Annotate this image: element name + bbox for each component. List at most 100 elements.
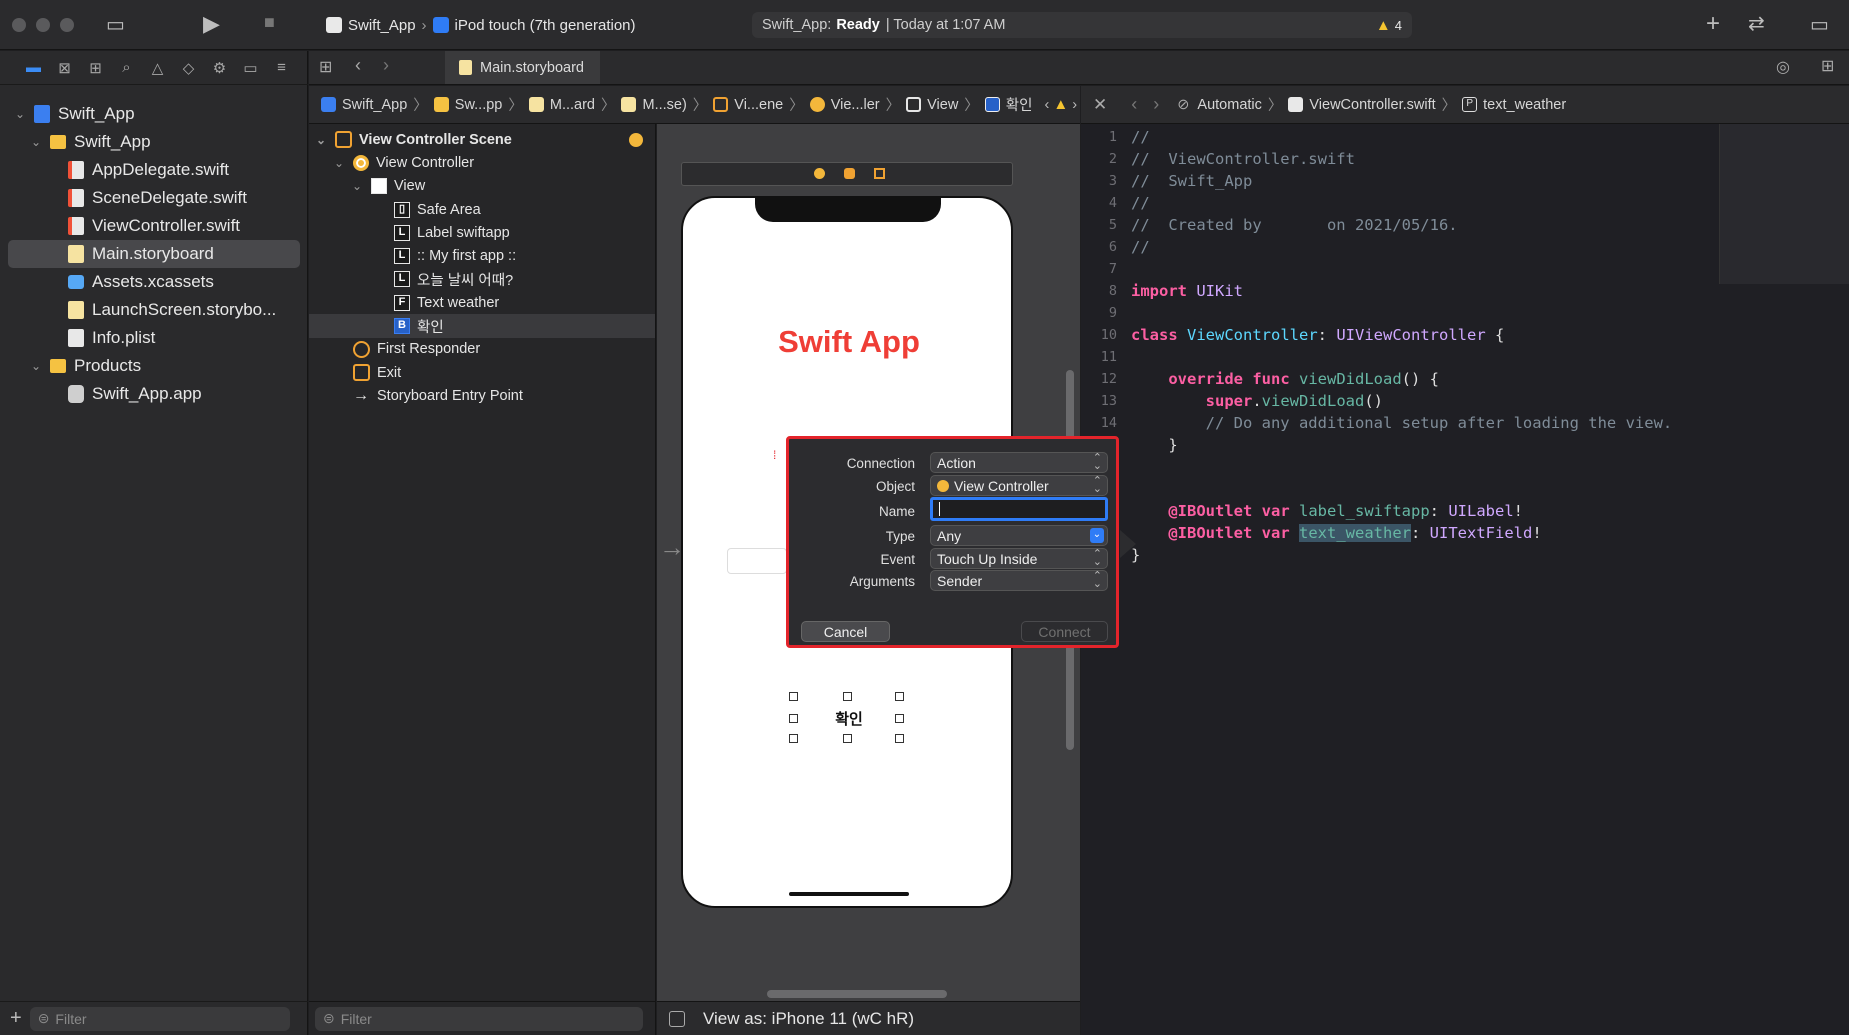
text-field[interactable] xyxy=(727,548,787,574)
connection-select[interactable]: Action ⌃ ⌄ xyxy=(930,452,1108,473)
exit-icon[interactable] xyxy=(874,168,885,179)
jump-item[interactable]: text_weather xyxy=(1483,97,1566,113)
report-icon[interactable]: ≡ xyxy=(266,59,297,76)
forward-icon[interactable]: › xyxy=(383,55,389,76)
stop-icon[interactable]: ■ xyxy=(264,12,275,33)
tree-item-file[interactable]: LaunchScreen.storybo... xyxy=(8,296,300,324)
outline-item[interactable]: L 오늘 날씨 어때? xyxy=(309,268,655,291)
outline-item[interactable]: F Text weather xyxy=(309,291,655,314)
outline-filter-input[interactable]: ⊜ Filter xyxy=(315,1006,643,1031)
breakpoint-icon[interactable]: ▭ xyxy=(235,59,266,77)
jump-item[interactable]: View xyxy=(927,97,958,113)
jump-item[interactable]: 확인 xyxy=(1006,94,1033,115)
tree-item-file-selected[interactable]: Main.storyboard xyxy=(8,240,300,268)
chevron-left-icon[interactable]: ‹ xyxy=(1044,97,1049,113)
jump-item[interactable]: Vi...ene xyxy=(734,97,783,113)
outline-item[interactable]: ⌄ View xyxy=(309,175,655,198)
add-icon[interactable]: + xyxy=(1706,10,1720,38)
scheme-device[interactable]: iPod touch (7th generation) xyxy=(455,17,636,34)
outline-scene[interactable]: ⌄ View Controller Scene xyxy=(309,128,655,151)
back-icon[interactable]: ‹ xyxy=(355,55,361,76)
outline-item-selected[interactable]: B 확인 xyxy=(309,314,655,338)
resize-handle[interactable] xyxy=(789,692,798,701)
resize-handle[interactable] xyxy=(843,734,852,743)
add-file-icon[interactable]: + xyxy=(10,1007,22,1030)
adjust-editor-icon[interactable]: ◎ xyxy=(1776,57,1790,77)
symbol-icon[interactable]: ⊞ xyxy=(80,59,111,77)
run-icon[interactable]: ▶ xyxy=(203,11,220,37)
object-select[interactable]: View Controller ⌃ ⌄ xyxy=(930,475,1108,496)
warnings-badge[interactable]: ▲ 4 xyxy=(1376,17,1402,34)
first-responder-icon[interactable] xyxy=(844,168,855,179)
search-icon[interactable]: ⌕ xyxy=(111,59,142,76)
inspector-toggle-icon[interactable]: ▭ xyxy=(1810,12,1829,37)
line-number: 14 xyxy=(1100,415,1117,431)
event-select[interactable]: Touch Up Inside ⌃ ⌄ xyxy=(930,548,1108,569)
tree-item-file[interactable]: Assets.xcassets xyxy=(8,268,300,296)
jump-item[interactable]: Sw...pp xyxy=(455,97,503,113)
resize-handle[interactable] xyxy=(789,734,798,743)
resize-handle[interactable] xyxy=(895,692,904,701)
tree-item-group[interactable]: ⌄ Swift_App xyxy=(8,128,300,156)
tab-main-storyboard[interactable]: Main.storyboard xyxy=(445,51,600,84)
tree-item-file[interactable]: Swift_App.app xyxy=(8,380,300,408)
name-input[interactable] xyxy=(930,497,1108,521)
warning-indicator-icon[interactable] xyxy=(629,132,643,147)
tree-item-file[interactable]: AppDelegate.swift xyxy=(8,156,300,184)
tree-item-label: Swift_App xyxy=(74,132,151,151)
navigator-filter-input[interactable]: ⊜ Filter xyxy=(29,1006,290,1031)
connect-button[interactable]: Connect xyxy=(1021,621,1108,642)
outline-item[interactable]: L Label swiftapp xyxy=(309,221,655,244)
tree-item-group[interactable]: ⌄ Products xyxy=(8,352,300,380)
tree-item-file[interactable]: SceneDelegate.swift xyxy=(8,184,300,212)
jump-item[interactable]: ViewController.swift xyxy=(1309,97,1435,113)
close-icon[interactable]: ✕ xyxy=(1093,95,1107,115)
confirm-button[interactable]: 확인 xyxy=(683,708,1015,729)
view-controller-icon[interactable] xyxy=(814,168,825,179)
close-window-button[interactable] xyxy=(12,18,26,32)
jump-item[interactable]: M...ard xyxy=(550,97,595,113)
tree-item-file[interactable]: ViewController.swift xyxy=(8,212,300,240)
forward-icon[interactable]: › xyxy=(1153,94,1159,115)
grid-icon[interactable]: ⊞ xyxy=(319,57,332,77)
minimap[interactable] xyxy=(1719,124,1849,284)
source-control-icon[interactable]: ⊠ xyxy=(49,59,80,77)
horizontal-scrollbar[interactable] xyxy=(767,990,947,998)
code-review-icon[interactable]: ⇄ xyxy=(1748,11,1765,36)
issue-icon[interactable]: △ xyxy=(142,59,173,77)
add-editor-icon[interactable]: ⊞ xyxy=(1821,56,1834,76)
tree-item-file[interactable]: Info.plist xyxy=(8,324,300,352)
outline-item[interactable]: ⌄ View Controller xyxy=(309,151,655,174)
test-icon[interactable]: ◇ xyxy=(173,59,204,77)
tree-item-project[interactable]: ⌄ Swift_App xyxy=(8,100,300,128)
jump-item[interactable]: M...se) xyxy=(642,97,686,113)
jump-item[interactable]: Vie...ler xyxy=(831,97,880,113)
folder-icon[interactable]: ▬ xyxy=(18,59,49,76)
outline-item[interactable]: → Storyboard Entry Point xyxy=(309,384,655,407)
sidebar-toggle-icon[interactable]: ▭ xyxy=(106,12,125,37)
zoom-window-button[interactable] xyxy=(60,18,74,32)
outline-item[interactable]: ▯ Safe Area xyxy=(309,198,655,221)
resize-handle[interactable] xyxy=(895,734,904,743)
outline-label: Storyboard Entry Point xyxy=(377,387,523,404)
jump-item[interactable]: Automatic xyxy=(1197,97,1261,113)
title-label[interactable]: Swift App xyxy=(683,324,1015,360)
warning-icon[interactable]: ▲ xyxy=(1053,96,1068,113)
outline-item[interactable]: Exit xyxy=(309,361,655,384)
outline-item[interactable]: First Responder xyxy=(309,338,655,361)
arguments-select[interactable]: Sender ⌃ ⌄ xyxy=(930,570,1108,591)
code-editor[interactable]: 1 // 2 // ViewController.swift 3 // Swift_A… xyxy=(1081,124,1849,1035)
minimize-window-button[interactable] xyxy=(36,18,50,32)
view-as-device[interactable]: View as: iPhone 11 (wC hR) xyxy=(703,1009,914,1029)
outline-item[interactable]: L :: My first app :: xyxy=(309,244,655,267)
type-select[interactable]: Any ⌄ xyxy=(930,525,1108,546)
scheme-selector[interactable]: Swift_App › iPod touch (7th generation) xyxy=(326,12,636,38)
chevron-right-icon[interactable]: › xyxy=(1072,97,1077,113)
resize-handle[interactable] xyxy=(843,692,852,701)
jump-item[interactable]: Swift_App xyxy=(342,97,407,113)
cancel-button[interactable]: Cancel xyxy=(801,621,890,642)
back-icon[interactable]: ‹ xyxy=(1131,94,1137,115)
outline-toggle-icon[interactable] xyxy=(669,1010,685,1027)
debug-icon[interactable]: ⚙ xyxy=(204,59,235,77)
scene-icon xyxy=(713,97,729,112)
